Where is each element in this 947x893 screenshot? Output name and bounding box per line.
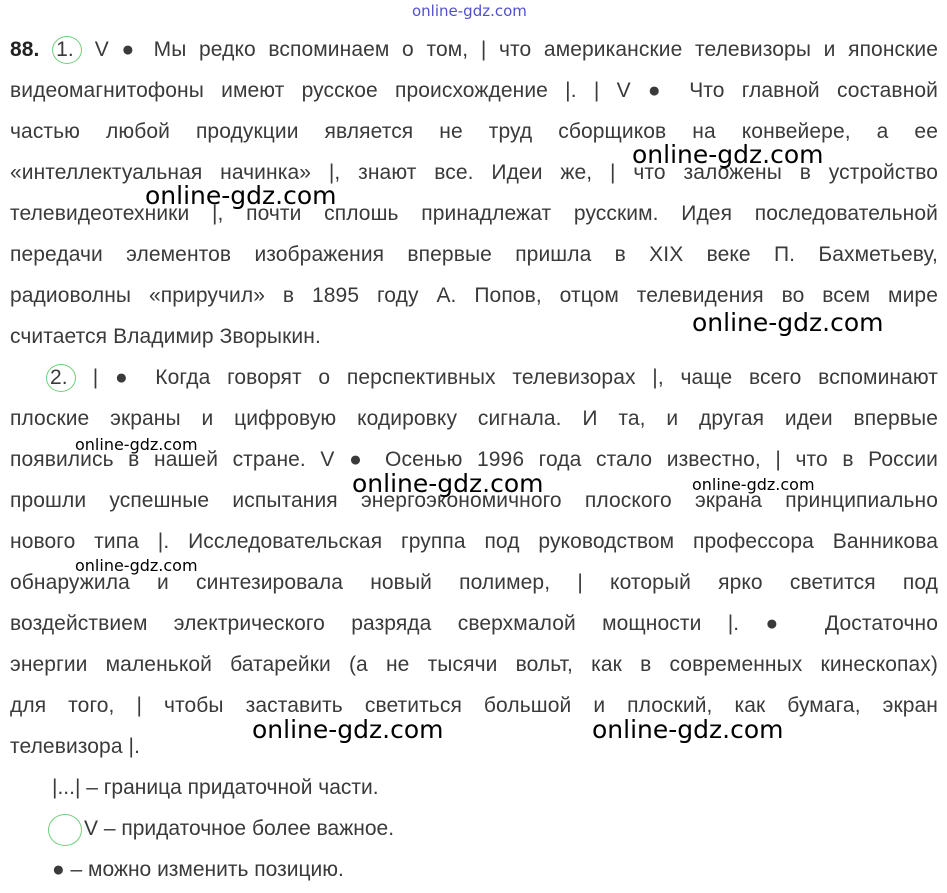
text-line-7: радиоволны «приручил» в 1895 году А. Поп…	[10, 284, 938, 307]
text-line-9: 2. | ● Когда говорят о перспективных тел…	[46, 364, 938, 392]
legend-important: V – придаточное более важное.	[84, 817, 395, 840]
text-line-2: видеомагнитофоны имеют русское происхожд…	[10, 79, 938, 102]
watermark: online-gdz.com	[592, 715, 784, 744]
watermark: online-gdz.com	[145, 181, 337, 210]
watermark-top: online-gdz.com	[412, 2, 527, 20]
text-line-18: телевизора |.	[10, 735, 141, 758]
watermark: online-gdz.com	[75, 556, 198, 575]
text-line-6: передачи элементов изображения впервые п…	[10, 243, 938, 266]
watermark: online-gdz.com	[252, 715, 444, 744]
text-line-1: 88. 1. V ● Мы редко вспоминаем о том, | …	[10, 36, 939, 64]
line-1-text: V ● Мы редко вспоминаем о том, | что аме…	[82, 38, 939, 61]
watermark: online-gdz.com	[75, 435, 198, 454]
part-1-marker: 1.	[52, 36, 83, 64]
watermark: online-gdz.com	[352, 469, 544, 498]
text-line-17: для того, | чтобы заставить светиться бо…	[10, 694, 938, 717]
watermark: online-gdz.com	[632, 140, 824, 169]
text-line-13: нового типа |. Исследовательская группа …	[10, 530, 938, 553]
watermark: online-gdz.com	[692, 308, 884, 337]
text-line-16: энергии маленькой батарейки (а не тысячи…	[10, 653, 938, 676]
line-9-text: | ● Когда говорят о перспективных телеви…	[76, 366, 938, 389]
exercise-number: 88.	[10, 38, 40, 61]
legend-circle-icon	[48, 814, 82, 846]
legend-movable: ● – можно изменить позицию.	[52, 858, 344, 881]
text-line-15: воздействием электрического разряда свер…	[10, 612, 938, 635]
legend-boundary: |...| – граница придаточной части.	[52, 776, 379, 799]
textbook-page: online-gdz.com 88. 1. V ● Мы редко вспом…	[0, 0, 947, 893]
part-2-marker: 2.	[46, 364, 76, 392]
watermark: online-gdz.com	[692, 475, 815, 494]
text-line-10: плоские экраны и цифровую кодировку сигн…	[10, 407, 938, 430]
